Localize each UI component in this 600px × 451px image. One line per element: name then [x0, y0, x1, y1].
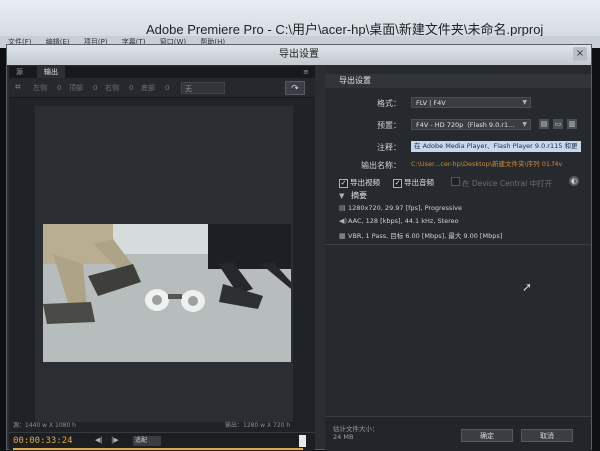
out-point-icon[interactable]: |▶	[111, 436, 119, 444]
top-value[interactable]: 0	[93, 78, 97, 98]
preset-select[interactable]: F4V - HD 720p（Flash 9.0.r1... ▼	[411, 119, 531, 130]
bottom-label: 底部	[141, 84, 155, 92]
comment-field[interactable]: 在 Adobe Media Player、Flash Player 9.0.r1…	[411, 141, 581, 152]
fit-select[interactable]: 适配	[133, 436, 161, 446]
folder-icon[interactable]: ▭	[553, 119, 563, 129]
in-point-icon[interactable]: ◀|	[95, 436, 103, 444]
format-select-value: FLV | F4V	[416, 99, 446, 107]
timeline-bar: 00:00:33:24 ◀| |▶ 适配	[9, 432, 315, 451]
export-settings-panel: 导出设置 格式： FLV | F4V ▼ 预置： F4V - HD 720p（F…	[325, 66, 591, 451]
arrow-icon[interactable]: ↷	[285, 81, 305, 95]
export-audio-label: 导出音频	[404, 178, 434, 187]
summary-video: ▤ 1280x720, 29.97 [fps], Progressive	[339, 204, 462, 212]
device-central-label: 在 Device Central 中打开	[462, 179, 553, 188]
section-header-export-settings: 导出设置	[325, 74, 591, 88]
output-name-label: 输出名称：	[361, 161, 401, 170]
checkmark-icon: ✓	[339, 179, 348, 188]
summary-video-text: 1280x720, 29.97 [fps], Progressive	[348, 204, 462, 212]
tab-source[interactable]: 源	[9, 66, 30, 78]
export-video-checkbox[interactable]: ✓ 导出视频	[339, 177, 380, 188]
preview-canvas	[35, 106, 293, 422]
crop-icon[interactable]: ⌗	[15, 78, 21, 98]
app-title: Adobe Premiere Pro - C:\用户\acer-hp\桌面\新建…	[0, 0, 600, 36]
preset-select-value: F4V - HD 720p（Flash 9.0.r1...	[416, 121, 515, 129]
video-frame	[43, 224, 291, 362]
bottom-value[interactable]: 0	[165, 78, 169, 98]
aspect-select[interactable]: 无	[181, 82, 225, 94]
timecode[interactable]: 00:00:33:24	[13, 436, 73, 446]
ok-button[interactable]: 确定	[461, 429, 513, 442]
export-audio-checkbox[interactable]: ✓ 导出音频	[393, 177, 434, 188]
video-still-image	[43, 224, 291, 362]
crop-toolbar: ⌗ 左侧 0 顶部 0 右侧 0 底部 0 无 ↷	[9, 78, 315, 98]
export-settings-dialog: 导出设置 × 源 输出 ≡ ⌗ 左侧 0 顶部 0 右侧 0 底部 0 无 ↷	[6, 44, 592, 451]
summary-bitrate: ▦ VBR, 1 Pass, 目标 6.00 [Mbps], 最大 9.00 [M…	[339, 230, 502, 240]
export-video-label: 导出视频	[350, 178, 380, 187]
preset-label: 预置：	[377, 121, 401, 130]
dialog-footer: 估计文件大小： 24 MB 确定 取消	[325, 416, 591, 451]
left-label: 左侧	[33, 84, 47, 92]
bitrate-icon: ▦	[339, 232, 346, 240]
output-size-label: 输出：1280 w X 720 h	[225, 422, 291, 429]
format-label: 格式：	[377, 99, 401, 108]
film-icon: ▤	[339, 204, 346, 212]
right-value[interactable]: 0	[129, 78, 133, 98]
right-label: 右侧	[105, 84, 119, 92]
left-value[interactable]: 0	[57, 78, 61, 98]
empty-checkbox-icon	[451, 177, 460, 186]
dialog-title: 导出设置	[7, 45, 591, 65]
comment-label: 注释：	[377, 143, 401, 152]
speaker-icon: ◀)	[339, 217, 348, 225]
chevron-down-icon: ▼	[522, 121, 527, 128]
mouse-cursor-icon: ➚	[522, 280, 533, 294]
cancel-button[interactable]: 取消	[521, 429, 573, 442]
tab-output[interactable]: 输出	[37, 66, 65, 78]
source-size-label: 源：1440 w X 1080 h	[13, 422, 76, 429]
device-central-icon[interactable]: ◐	[569, 176, 579, 186]
close-button[interactable]: ×	[573, 47, 587, 61]
device-central-checkbox[interactable]: 在 Device Central 中打开	[451, 177, 552, 189]
estimated-size-value: 24 MB	[333, 433, 354, 441]
format-select[interactable]: FLV | F4V ▼	[411, 97, 531, 108]
divider	[325, 244, 591, 245]
summary-title: 摘要	[351, 191, 367, 200]
trash-icon[interactable]: ▥	[567, 119, 577, 129]
preview-tabs: 源 输出 ≡	[9, 66, 315, 78]
disclosure-triangle-icon[interactable]: ▼	[339, 192, 344, 200]
chevron-down-icon: ▼	[522, 99, 527, 106]
summary-bitrate-text: VBR, 1 Pass, 目标 6.00 [Mbps], 最大 9.00 [Mb…	[348, 232, 503, 240]
checkmark-icon: ✓	[393, 179, 402, 188]
top-label: 顶部	[69, 84, 83, 92]
playhead-icon[interactable]	[299, 435, 306, 447]
output-name-link[interactable]: C:\User...cer-hp\Desktop\新建文件夹\序列 01.f4v	[411, 159, 583, 170]
summary-audio-text: AAC, 128 [kbps], 44.1 kHz, Stereo	[348, 217, 459, 225]
save-icon[interactable]: ▤	[539, 119, 549, 129]
estimated-size-label: 估计文件大小：	[333, 425, 379, 433]
menu-icon[interactable]: ≡	[303, 66, 309, 78]
preview-panel: 源 输出 ≡ ⌗ 左侧 0 顶部 0 右侧 0 底部 0 无 ↷ 源：1440 …	[9, 66, 315, 451]
summary-audio: ◀)AAC, 128 [kbps], 44.1 kHz, Stereo	[339, 217, 459, 225]
